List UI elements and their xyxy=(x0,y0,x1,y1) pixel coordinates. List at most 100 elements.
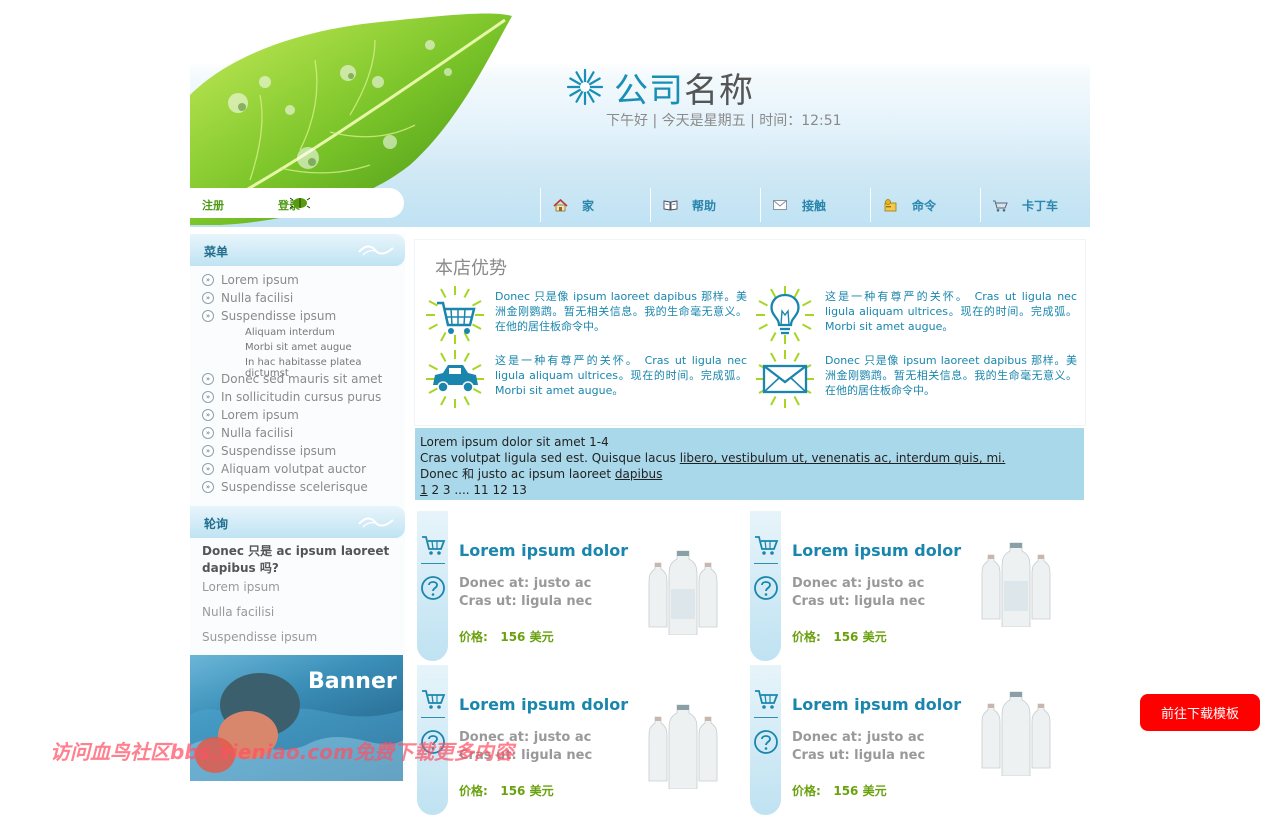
divider xyxy=(754,563,778,564)
product-desc: Cras ut: ligula nec xyxy=(792,594,926,609)
product-price: 价格: 156 美元 xyxy=(459,784,554,798)
product-bottles-image[interactable] xyxy=(976,541,1056,627)
product-desc: Donec at: justo ac xyxy=(459,576,592,591)
nav-item-cart[interactable]: 卡丁车 xyxy=(980,188,1090,222)
product-action-strip xyxy=(750,511,781,661)
product-title[interactable]: Lorem ipsum dolor xyxy=(459,695,628,714)
menu-item[interactable]: » Nulla facilisi xyxy=(202,290,293,306)
company-logo-icon xyxy=(566,68,604,106)
advantage-item: 这是一种有尊严的关怀。 Cras ut ligula nec ligula al… xyxy=(425,349,747,411)
poll-header: 轮询 xyxy=(190,506,405,538)
product-price: 价格: 156 美元 xyxy=(792,784,887,798)
menu-item[interactable]: » Suspendisse scelerisque xyxy=(202,479,368,495)
double-arrow-icon: » xyxy=(202,445,214,457)
header: 公司名称 下午好 | 今天是星期五 | 时间：12:51 注册 登录 家 帮助 xyxy=(190,0,1090,227)
menu-item[interactable]: » Suspendisse ipsum xyxy=(202,308,336,324)
product-action-strip xyxy=(750,665,781,815)
poll-option[interactable]: Suspendisse ipsum xyxy=(202,630,317,644)
nav-item-help[interactable]: 帮助 xyxy=(650,188,760,222)
register-link[interactable]: 注册 xyxy=(202,197,224,213)
menu-item[interactable]: » Suspendisse ipsum xyxy=(202,443,336,459)
product-card[interactable]: Lorem ipsum dolor Donec at: justo ac Cra… xyxy=(748,511,1081,661)
menu-item[interactable]: » Donec sed mauris sit amet xyxy=(202,371,382,387)
lightbulb-icon xyxy=(756,286,814,344)
main-nav: 家 帮助 接触 命令 卡丁车 xyxy=(540,188,1090,222)
mail-icon xyxy=(772,198,788,212)
advantage-item: Donec 只是像 ipsum laoreet dapibus 那样。美洲金刚鹦… xyxy=(755,349,1077,411)
product-desc: Donec at: justo ac xyxy=(792,576,925,591)
menu-item[interactable]: » Lorem ipsum xyxy=(202,407,299,423)
divider xyxy=(754,717,778,718)
page-numbers: 1 2 3 .... 11 12 13 xyxy=(420,482,1079,498)
menu-item[interactable]: » Aliquam volutpat auctor xyxy=(202,461,366,477)
nav-item-contact[interactable]: 接触 xyxy=(760,188,870,222)
product-desc: Donec at: justo ac xyxy=(792,730,925,745)
nav-label-home: 家 xyxy=(582,198,595,213)
envelope-icon xyxy=(756,350,814,408)
help-icon[interactable] xyxy=(420,575,446,601)
poll-option[interactable]: Lorem ipsum xyxy=(202,580,280,594)
advantage-item: Donec 只是像 ipsum laoreet dapibus 那样。美洲金刚鹦… xyxy=(425,285,747,347)
advantage-item: 这是一种有尊严的关怀。 Cras ut ligula nec ligula al… xyxy=(755,285,1077,347)
advantage-text: 这是一种有尊严的关怀。 Cras ut ligula nec ligula al… xyxy=(495,354,747,397)
divider xyxy=(421,717,445,718)
divider xyxy=(421,563,445,564)
book-icon xyxy=(662,198,678,212)
store-advantages: 本店优势 Donec 只是像 ipsum laoreet dapibus 那样。… xyxy=(415,240,1085,425)
car-icon xyxy=(426,350,484,408)
company-name-part2: 名称 xyxy=(684,70,754,111)
poll-option[interactable]: Nulla facilisi xyxy=(202,605,274,619)
menu-item[interactable]: » Nulla facilisi xyxy=(202,425,293,441)
banner-title: Banner xyxy=(308,669,397,694)
product-desc: Cras ut: ligula nec xyxy=(792,748,926,763)
product-price: 价格: 156 美元 xyxy=(459,630,554,644)
ladybug-icon xyxy=(290,197,310,209)
double-arrow-icon: » xyxy=(202,373,214,385)
poll-title: 轮询 xyxy=(204,517,229,531)
greeting-datetime: 下午好 | 今天是星期五 | 时间：12:51 xyxy=(606,113,842,129)
product-title[interactable]: Lorem ipsum dolor xyxy=(459,541,628,560)
double-arrow-icon: » xyxy=(202,481,214,493)
pager-summary: Lorem ipsum dolor sit amet 1-4 xyxy=(420,435,609,449)
advantage-text: Donec 只是像 ipsum laoreet dapibus 那样。美洲金刚鹦… xyxy=(495,290,747,333)
swirl-decoration-icon xyxy=(358,517,394,528)
pager-link[interactable]: dapibus xyxy=(615,467,662,481)
nav-label-cart: 卡丁车 xyxy=(1022,198,1059,213)
pager-line3: Donec 和 justo ac ipsum laoreet dapibus xyxy=(420,467,663,481)
download-template-button[interactable]: 前往下载模板 xyxy=(1140,694,1260,731)
add-to-cart-icon[interactable] xyxy=(753,687,779,711)
add-to-cart-icon[interactable] xyxy=(420,687,446,711)
nav-label-order: 命令 xyxy=(912,198,937,213)
double-arrow-icon: » xyxy=(202,391,214,403)
double-arrow-icon: » xyxy=(202,292,214,304)
product-bottles-image[interactable] xyxy=(643,549,723,635)
double-arrow-icon: » xyxy=(202,274,214,286)
add-to-cart-icon[interactable] xyxy=(753,533,779,557)
company-name: 公司名称 xyxy=(614,63,754,112)
pager-link[interactable]: libero, vestibulum ut, venenatis ac, int… xyxy=(680,451,1006,465)
submenu-item[interactable]: Aliquam interdum xyxy=(245,327,335,338)
product-card[interactable]: Lorem ipsum dolor Donec at: justo ac Cra… xyxy=(748,665,1081,815)
add-to-cart-icon[interactable] xyxy=(420,533,446,557)
menu-item[interactable]: » In sollicitudin cursus purus xyxy=(202,389,381,405)
advantage-text: Donec 只是像 ipsum laoreet dapibus 那样。美洲金刚鹦… xyxy=(825,354,1077,397)
advantage-text: 这是一种有尊严的关怀。 Cras ut ligula nec ligula al… xyxy=(825,290,1077,333)
nav-label-help: 帮助 xyxy=(692,198,717,213)
page-number-current[interactable]: 1 xyxy=(420,483,428,497)
shopping-cart-icon xyxy=(426,286,484,344)
nav-label-contact: 接触 xyxy=(802,198,827,213)
product-card[interactable]: Lorem ipsum dolor Donec at: justo ac Cra… xyxy=(415,511,748,661)
poll-question: Donec 只是 ac ipsum laoreet dapibus 吗? xyxy=(202,544,390,575)
product-desc: Cras ut: ligula nec xyxy=(459,594,593,609)
product-title[interactable]: Lorem ipsum dolor xyxy=(792,695,961,714)
help-icon[interactable] xyxy=(753,575,779,601)
product-title[interactable]: Lorem ipsum dolor xyxy=(792,541,961,560)
submenu-item[interactable]: Morbi sit amet augue xyxy=(245,342,352,353)
nav-item-order[interactable]: 命令 xyxy=(870,188,980,222)
product-bottles-image[interactable] xyxy=(976,690,1056,776)
menu-item[interactable]: » Lorem ipsum xyxy=(202,272,299,288)
nav-item-home[interactable]: 家 xyxy=(540,188,650,222)
page-number-list[interactable]: 2 3 .... 11 12 13 xyxy=(428,483,526,497)
help-icon[interactable] xyxy=(753,729,779,755)
product-bottles-image[interactable] xyxy=(643,703,723,789)
